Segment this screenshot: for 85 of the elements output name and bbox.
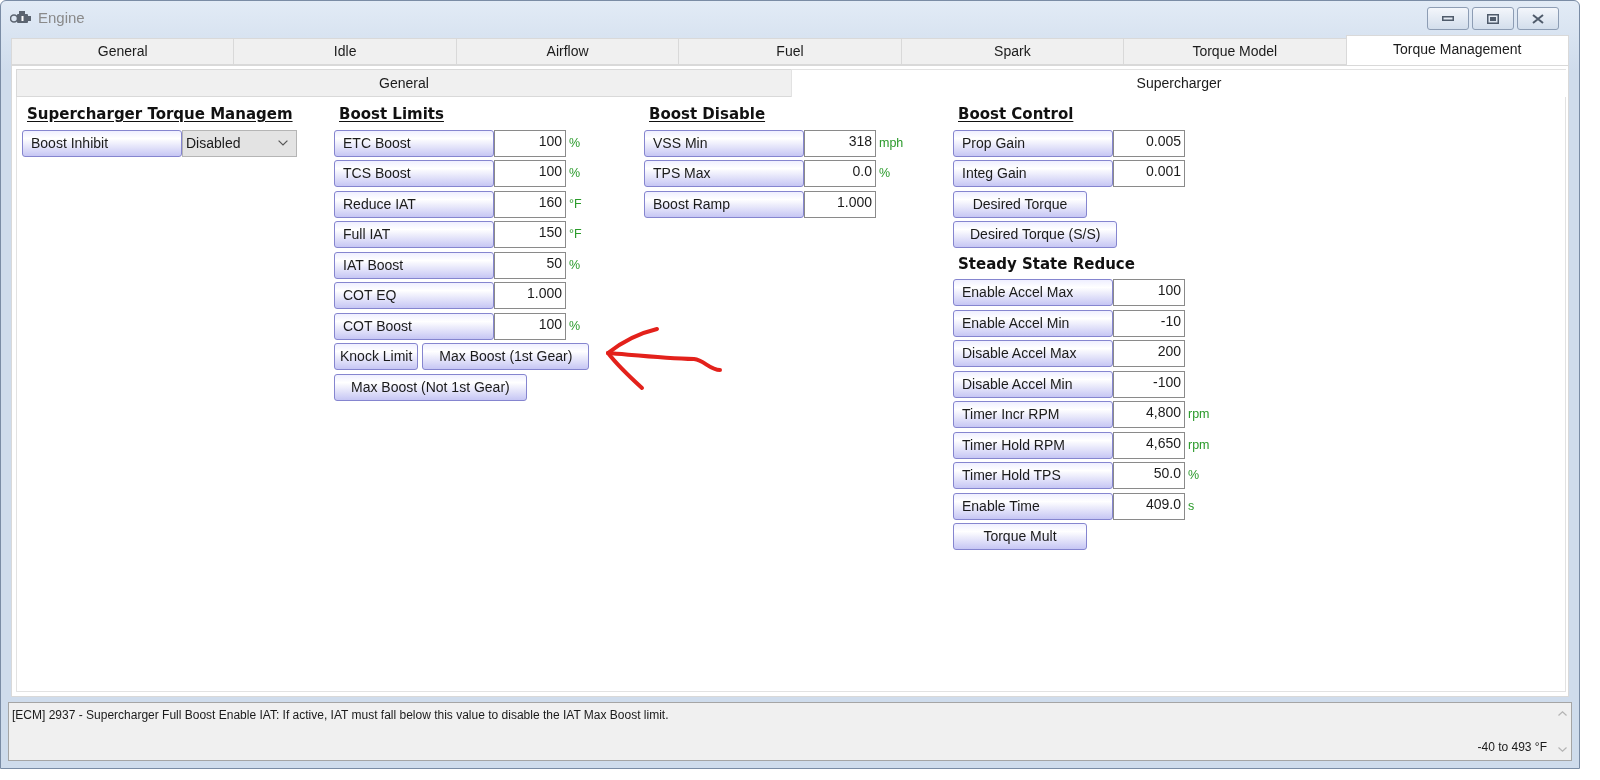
subtab[interactable]: General <box>16 69 792 97</box>
unit-label: rpm <box>1188 406 1210 424</box>
unit-label: °F <box>569 226 582 244</box>
value-field[interactable]: 100 <box>494 312 566 340</box>
value-field[interactable]: 50.0 <box>1113 462 1185 489</box>
unit-label: % <box>569 165 581 183</box>
section-heading: Boost Disable <box>648 104 766 125</box>
parameter-button[interactable]: Full IAT <box>334 221 494 248</box>
action-button[interactable]: Knock Limit <box>334 343 419 370</box>
parameter-button[interactable]: Boost Ramp <box>644 190 804 218</box>
section-heading: Boost Limits <box>338 104 444 125</box>
dropdown[interactable]: Disabled <box>182 129 297 157</box>
value-field[interactable]: 4,650 <box>1113 431 1185 459</box>
close-icon <box>1532 13 1544 24</box>
parameter-button[interactable]: COT Boost <box>334 312 494 340</box>
unit-label: rpm <box>1188 436 1210 454</box>
action-button[interactable]: Max Boost (1st Gear) <box>422 343 590 370</box>
tab[interactable]: Idle <box>233 38 457 65</box>
window-title: Engine <box>38 7 85 28</box>
value-field[interactable]: 0.005 <box>1113 129 1185 157</box>
value-field[interactable]: 0.0 <box>804 160 876 187</box>
value-field[interactable]: 4,800 <box>1113 401 1185 428</box>
unit-label: % <box>879 165 891 183</box>
parameter-button[interactable]: Disable Accel Min <box>953 370 1113 398</box>
parameter-button[interactable]: ETC Boost <box>334 129 494 157</box>
action-button[interactable]: Max Boost (Not 1st Gear) <box>334 373 527 401</box>
action-button[interactable]: Desired Torque <box>953 190 1087 218</box>
description-text: [ECM] 2937 - Supercharger Full Boost Enable IAT: If active, IAT must fall below this value to disable the IAT Max Boost limit. <box>11 707 669 724</box>
action-button[interactable]: Torque Mult <box>953 523 1087 550</box>
value-field[interactable]: 100 <box>494 160 566 187</box>
tab[interactable]: Fuel <box>678 38 902 65</box>
minimize-icon <box>1442 16 1454 21</box>
value-field[interactable]: -100 <box>1113 370 1185 398</box>
tab[interactable]: General <box>11 38 235 65</box>
value-field[interactable]: 100 <box>494 129 566 157</box>
parameter-button[interactable]: Timer Incr RPM <box>953 401 1113 428</box>
parameter-button[interactable]: TCS Boost <box>334 160 494 187</box>
tab[interactable]: Torque Management <box>1345 35 1569 65</box>
close-button[interactable] <box>1517 7 1559 30</box>
value-field[interactable]: 50 <box>494 251 566 279</box>
engine-icon <box>10 10 32 26</box>
tab[interactable]: Spark <box>900 38 1125 65</box>
parameter-button[interactable]: Prop Gain <box>953 129 1113 157</box>
value-field[interactable]: 100 <box>1113 279 1185 306</box>
value-field[interactable]: 150 <box>494 221 566 248</box>
unit-label: mph <box>879 134 904 152</box>
value-field[interactable]: -10 <box>1113 309 1185 337</box>
value-field[interactable]: 1.000 <box>804 190 876 218</box>
value-field[interactable]: 318 <box>804 129 876 157</box>
unit-label: % <box>569 134 581 152</box>
maximize-icon <box>1487 13 1499 24</box>
chevron-down-icon <box>278 140 288 146</box>
parameter-button[interactable]: Timer Hold TPS <box>953 462 1113 489</box>
parameter-button[interactable]: TPS Max <box>644 160 804 187</box>
maximize-button[interactable] <box>1472 7 1514 30</box>
parameter-button[interactable]: Integ Gain <box>953 160 1113 187</box>
unit-label: % <box>1188 467 1200 485</box>
section-heading: Steady State Reduce <box>957 253 1135 275</box>
tab[interactable]: Airflow <box>455 38 680 65</box>
unit-label: °F <box>569 195 582 213</box>
minimize-button[interactable] <box>1427 7 1469 30</box>
section-heading: Boost Control <box>957 104 1074 125</box>
tab[interactable]: Torque Model <box>1123 38 1347 65</box>
parameter-button[interactable]: Enable Time <box>953 492 1113 520</box>
value-field[interactable]: 160 <box>494 190 566 218</box>
parameter-button[interactable]: Enable Accel Min <box>953 309 1113 337</box>
parameter-button[interactable]: VSS Min <box>644 129 804 157</box>
parameter-button[interactable]: Disable Accel Max <box>953 340 1113 367</box>
value-field[interactable]: 0.001 <box>1113 160 1185 187</box>
range-text: -40 to 493 °F <box>1477 739 1548 756</box>
section-heading: Supercharger Torque Managem <box>26 104 293 125</box>
subtab[interactable]: Supercharger <box>791 69 1566 97</box>
action-button[interactable]: Desired Torque (S/S) <box>953 221 1118 248</box>
parameter-button[interactable]: Boost Inhibit <box>22 129 182 157</box>
parameter-button[interactable]: Enable Accel Max <box>953 279 1113 306</box>
value-field[interactable]: 1.000 <box>494 282 566 309</box>
parameter-button[interactable]: COT EQ <box>334 282 494 309</box>
parameter-button[interactable]: IAT Boost <box>334 251 494 279</box>
unit-label: % <box>569 317 581 335</box>
unit-label: % <box>569 256 581 274</box>
value-field[interactable]: 409.0 <box>1113 492 1185 520</box>
parameter-button[interactable]: Timer Hold RPM <box>953 431 1113 459</box>
parameter-button[interactable]: Reduce IAT <box>334 190 494 218</box>
unit-label: s <box>1188 497 1195 515</box>
value-field[interactable]: 200 <box>1113 340 1185 367</box>
